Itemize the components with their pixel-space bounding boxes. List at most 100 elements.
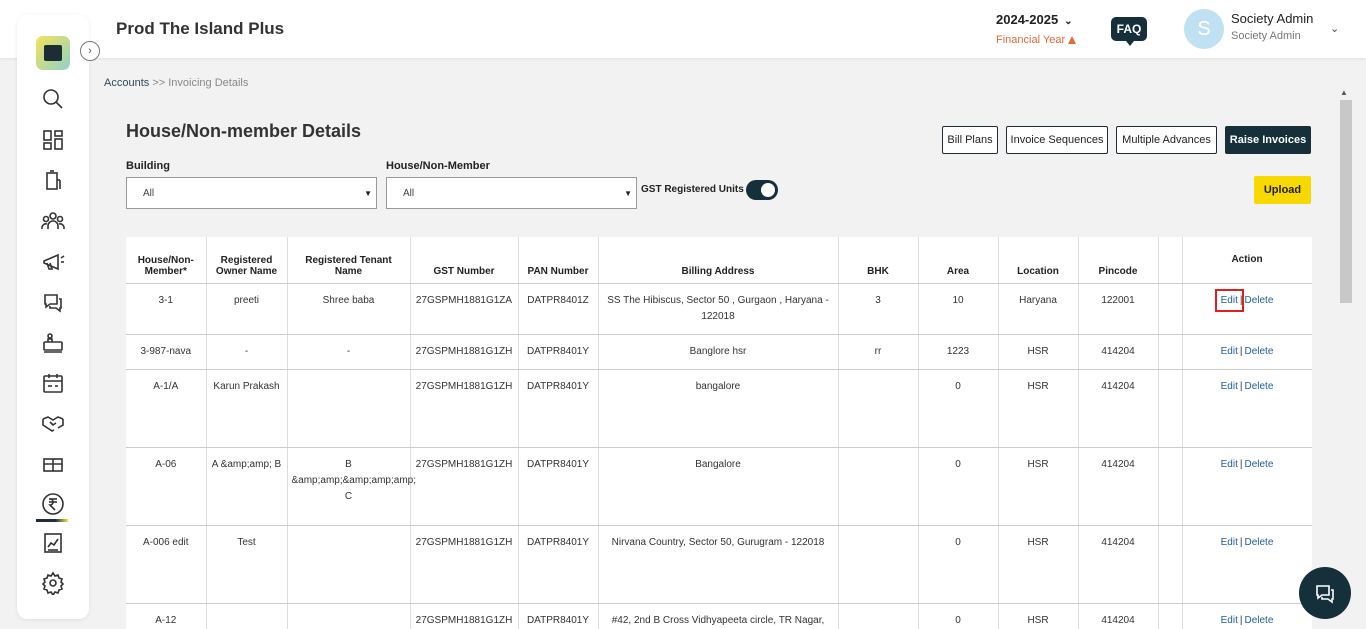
delete-link[interactable]: Delete	[1244, 295, 1273, 306]
app-logo[interactable]	[36, 36, 70, 70]
breadcrumb-accounts[interactable]: Accounts	[104, 77, 149, 89]
cell-bhk	[838, 525, 919, 604]
cell-pan: DATPR8401Y	[518, 603, 599, 629]
cell-house: A-006 edit	[126, 525, 207, 604]
delete-link[interactable]: Delete	[1244, 381, 1273, 392]
cell-pincode: 414204	[1078, 447, 1159, 526]
cell-owner	[206, 603, 288, 629]
search-icon[interactable]	[40, 86, 66, 112]
handshake-icon[interactable]	[40, 410, 66, 436]
rupee-icon[interactable]	[40, 491, 66, 517]
edit-link[interactable]: Edit	[1221, 346, 1238, 357]
sidebar-toggle-button[interactable]: ›	[80, 41, 100, 61]
avatar[interactable]: S	[1184, 9, 1224, 49]
members-icon[interactable]	[40, 208, 66, 234]
amenities-icon[interactable]	[40, 330, 66, 356]
column-header	[1158, 237, 1183, 284]
logo-mark	[44, 45, 62, 61]
edit-link[interactable]: Edit	[1221, 381, 1238, 392]
cell-gst: 27GSPMH1881G1ZH	[410, 447, 519, 526]
scroll-up-arrow-icon[interactable]: ▲	[1340, 88, 1348, 97]
cell-tenant	[287, 525, 411, 604]
chat-icon[interactable]	[40, 289, 66, 315]
table-row: A-006 edit Test 27GSPMH1881G1ZH DATPR8401Y N…	[126, 525, 1312, 604]
cell-action: Edit | Delete	[1182, 525, 1312, 604]
cell-action: Edit | Delete	[1182, 334, 1312, 370]
gst-toggle[interactable]	[746, 180, 778, 200]
calendar-icon[interactable]	[40, 370, 66, 396]
cell-hidden	[1158, 603, 1183, 629]
raise-invoices-button[interactable]: Raise Invoices	[1225, 126, 1311, 154]
cell-gst: 27GSPMH1881G1ZH	[410, 334, 519, 370]
dropdown-arrow-icon: ▼	[364, 189, 372, 198]
invoice-sequences-button[interactable]: Invoice Sequences	[1006, 126, 1108, 154]
cell-house: 3-987-nava	[126, 334, 207, 370]
cell-hidden	[1158, 369, 1183, 448]
column-header: Area	[918, 237, 999, 284]
chevron-down-icon[interactable]: ⌄	[1330, 22, 1339, 35]
column-header: PAN Number	[518, 237, 599, 284]
user-menu[interactable]: Society Admin Society Admin	[1231, 11, 1313, 42]
cell-gst: 27GSPMH1881G1ZH	[410, 603, 519, 629]
parcel-icon[interactable]	[40, 451, 66, 477]
cell-hidden	[1158, 283, 1183, 335]
house-select[interactable]: All ▼	[386, 177, 637, 209]
cell-bhk: rr	[838, 334, 919, 370]
edit-link[interactable]: Edit	[1221, 459, 1238, 470]
warning-icon	[1068, 36, 1077, 44]
cell-pan: DATPR8401Z	[518, 283, 599, 335]
settings-icon[interactable]	[40, 570, 66, 596]
upload-button[interactable]: Upload	[1254, 176, 1311, 204]
multiple-advances-button[interactable]: Multiple Advances	[1116, 126, 1217, 154]
cell-pan: DATPR8401Y	[518, 334, 599, 370]
cell-hidden	[1158, 525, 1183, 604]
breadcrumb-current: Invoicing Details	[168, 77, 249, 89]
cell-address: SS The Hibiscus, Sector 50 , Gurgaon , H…	[598, 283, 839, 335]
cell-bhk	[838, 369, 919, 448]
building-icon[interactable]	[40, 167, 66, 193]
cell-owner: preeti	[206, 283, 288, 335]
cell-location: HSR	[998, 334, 1079, 370]
cell-pan: DATPR8401Y	[518, 447, 599, 526]
cell-gst: 27GSPMH1881G1ZH	[410, 369, 519, 448]
support-chat-button[interactable]	[1299, 567, 1351, 619]
cell-area: 0	[918, 603, 999, 629]
bill-plans-button[interactable]: Bill Plans	[942, 126, 998, 154]
column-header: BHK	[838, 237, 919, 284]
edit-link[interactable]: Edit	[1221, 615, 1238, 626]
table-row: A-1/A Karun Prakash 27GSPMH1881G1ZH DATPR84…	[126, 369, 1312, 448]
cell-action: Edit | Delete	[1182, 603, 1312, 629]
delete-link[interactable]: Delete	[1244, 615, 1273, 626]
cell-house: A-06	[126, 447, 207, 526]
faq-button[interactable]: FAQ	[1111, 17, 1147, 46]
delete-link[interactable]: Delete	[1244, 537, 1273, 548]
app-title: Prod The Island Plus	[116, 19, 285, 38]
announcement-icon[interactable]	[40, 249, 66, 275]
building-select-value: All	[143, 188, 155, 199]
reports-icon[interactable]	[40, 530, 66, 556]
scrollbar-thumb[interactable]	[1340, 100, 1352, 303]
house-label: House/Non-Member	[386, 160, 490, 172]
delete-link[interactable]: Delete	[1244, 346, 1273, 357]
cell-area: 0	[918, 447, 999, 526]
column-header: Registered Tenant Name	[287, 237, 411, 284]
breadcrumb-separator: >>	[152, 77, 166, 89]
cell-gst: 27GSPMH1881G1ZH	[410, 525, 519, 604]
edit-link[interactable]: Edit	[1214, 288, 1244, 312]
column-header: GST Number	[410, 237, 519, 284]
financial-year-selector[interactable]: 2024-2025 ⌄ Financial Year	[996, 12, 1077, 46]
page-scrollbar[interactable]	[1340, 100, 1352, 620]
cell-owner: A &amp;amp; B	[206, 447, 288, 526]
house-select-value: All	[403, 188, 415, 199]
dashboard-icon[interactable]	[40, 127, 66, 153]
user-role: Society Admin	[1231, 30, 1301, 42]
table-row: A-12 27GSPMH1881G1ZH DATPR8401Y #42, 2nd B …	[126, 603, 1312, 629]
chevron-down-icon: ⌄	[1064, 16, 1073, 27]
edit-link[interactable]: Edit	[1221, 537, 1238, 548]
delete-link[interactable]: Delete	[1244, 459, 1273, 470]
cell-location: HSR	[998, 603, 1079, 629]
gst-toggle-label: GST Registered Units	[641, 184, 744, 195]
cell-gst: 27GSPMH1881G1ZA	[410, 283, 519, 335]
building-select[interactable]: All ▼	[126, 177, 377, 209]
table-row: 3-1 preeti Shree baba 27GSPMH1881G1ZA DATPR8…	[126, 283, 1312, 335]
